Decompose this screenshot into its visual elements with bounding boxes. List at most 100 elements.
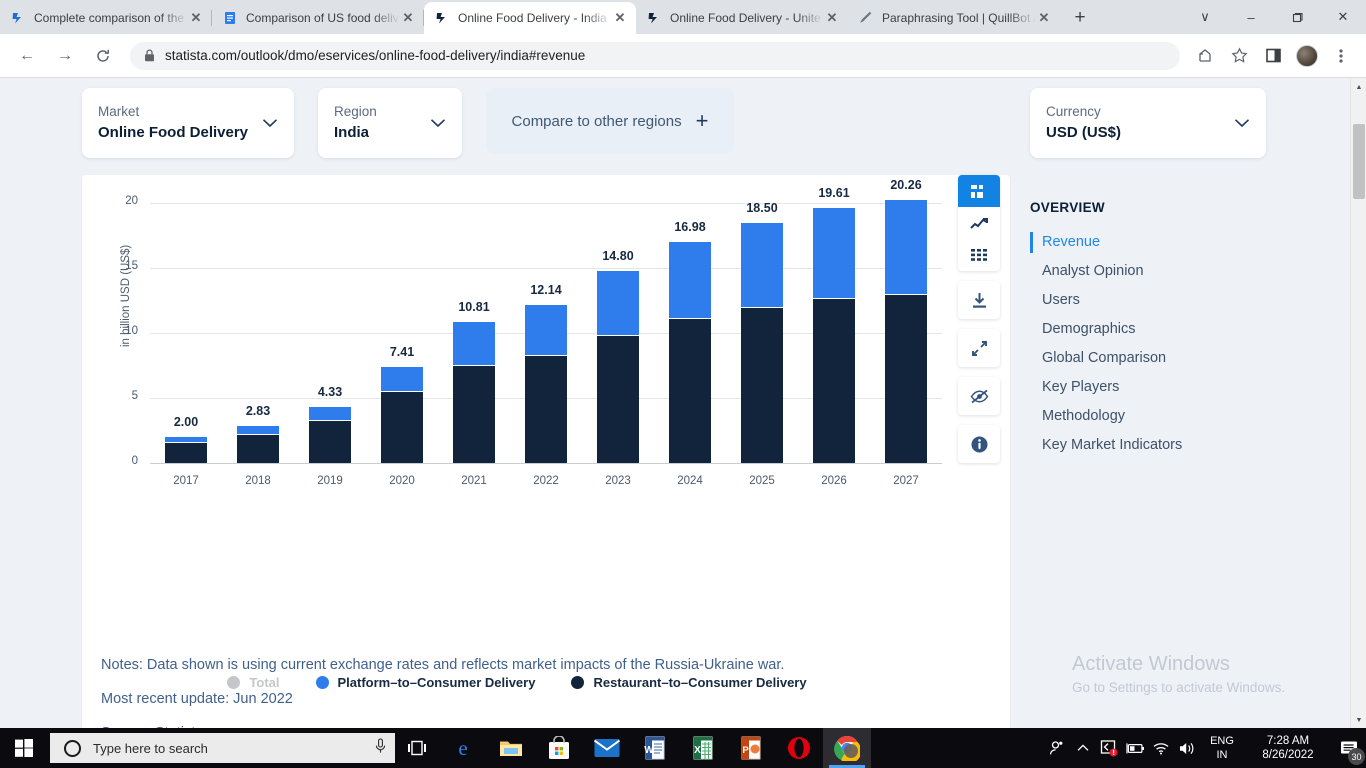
bar-segment-platform-to-consumer[interactable] [381, 366, 423, 392]
search-input[interactable]: Type here to search [93, 741, 374, 756]
microphone-icon[interactable] [374, 737, 387, 759]
sidebar-item-key-market-indicators[interactable]: Key Market Indicators [1030, 431, 1260, 460]
bar-segment-platform-to-consumer[interactable] [453, 322, 495, 366]
bar-stack[interactable] [813, 208, 855, 463]
browser-tab-0[interactable]: Complete comparison of the ✕ [0, 2, 212, 34]
powerpoint-icon[interactable]: P [727, 728, 775, 768]
close-icon[interactable]: ✕ [188, 10, 204, 26]
windows-start-icon[interactable] [0, 728, 48, 768]
bar-segment-restaurant-to-consumer[interactable] [453, 365, 495, 463]
bar-segment-platform-to-consumer[interactable] [885, 199, 927, 295]
sidebar-item-users[interactable]: Users [1030, 286, 1260, 315]
task-view-icon[interactable] [395, 728, 439, 768]
scroll-down-arrow-icon[interactable]: ▼ [1351, 712, 1366, 728]
wifi-icon[interactable] [1148, 728, 1174, 768]
address-bar[interactable]: statista.com/outlook/dmo/eservices/onlin… [130, 41, 1180, 70]
sidebar-item-global-comparison[interactable]: Global Comparison [1030, 344, 1260, 373]
bar-segment-restaurant-to-consumer[interactable] [885, 294, 927, 463]
info-icon[interactable] [958, 425, 1000, 463]
scrollbar-thumb[interactable] [1353, 124, 1365, 199]
bar-segment-platform-to-consumer[interactable] [741, 222, 783, 307]
close-icon[interactable]: ✕ [1036, 10, 1052, 26]
language-indicator[interactable]: ENG IN [1200, 728, 1244, 768]
bar-segment-restaurant-to-consumer[interactable] [669, 318, 711, 463]
mail-icon[interactable] [583, 728, 631, 768]
bar-segment-platform-to-consumer[interactable] [237, 426, 279, 434]
compare-regions-button[interactable]: Compare to other regions + [486, 88, 734, 154]
bar-stack[interactable] [597, 270, 639, 463]
chevron-down-icon[interactable]: ∨ [1182, 0, 1228, 34]
bar-segment-platform-to-consumer[interactable] [525, 305, 567, 355]
browser-tab-3[interactable]: Online Food Delivery - Unite ✕ [636, 2, 848, 34]
region-dropdown[interactable]: Region India [318, 88, 462, 158]
bar-stack[interactable] [741, 222, 783, 463]
microsoft-store-icon[interactable] [535, 728, 583, 768]
bar-segment-restaurant-to-consumer[interactable] [741, 307, 783, 463]
bar-stack[interactable] [669, 242, 711, 463]
bar-stack[interactable] [381, 366, 423, 463]
browser-tab-2[interactable]: Online Food Delivery - India ✕ [424, 2, 636, 34]
bar-segment-platform-to-consumer[interactable] [597, 270, 639, 335]
sidebar-item-key-players[interactable]: Key Players [1030, 373, 1260, 402]
bar-stack[interactable] [165, 437, 207, 463]
opera-icon[interactable] [775, 728, 823, 768]
bar-segment-platform-to-consumer[interactable] [669, 242, 711, 319]
sidebar-item-methodology[interactable]: Methodology [1030, 402, 1260, 431]
bar-stack[interactable] [885, 199, 927, 463]
word-icon[interactable]: W [631, 728, 679, 768]
currency-dropdown[interactable]: Currency USD (US$) [1030, 88, 1266, 158]
sidebar-item-demographics[interactable]: Demographics [1030, 315, 1260, 344]
forward-icon[interactable]: → [50, 41, 80, 71]
bar-chart-icon[interactable] [958, 175, 1000, 207]
chrome-menu-icon[interactable] [1327, 42, 1355, 70]
bar-segment-restaurant-to-consumer[interactable] [597, 334, 639, 463]
download-icon[interactable] [958, 281, 1000, 319]
bar-segment-platform-to-consumer[interactable] [309, 406, 351, 421]
bar-segment-restaurant-to-consumer[interactable] [381, 391, 423, 463]
bar-segment-platform-to-consumer[interactable] [813, 208, 855, 299]
line-chart-icon[interactable] [958, 207, 1000, 239]
close-icon[interactable]: ✕ [400, 10, 416, 26]
edge-icon[interactable]: e [439, 728, 487, 768]
scroll-up-arrow-icon[interactable]: ▲ [1351, 79, 1366, 95]
sidebar-item-analyst-opinion[interactable]: Analyst Opinion [1030, 257, 1260, 286]
taskbar-search-box[interactable]: Type here to search [50, 733, 395, 763]
notification-center-icon[interactable]: 30 [1332, 728, 1366, 768]
chrome-icon[interactable] [823, 728, 871, 768]
sidepanel-icon[interactable] [1259, 42, 1287, 70]
close-icon[interactable]: ✕ [612, 10, 628, 26]
bar-stack[interactable] [453, 322, 495, 463]
market-dropdown[interactable]: Market Online Food Delivery [82, 88, 294, 158]
bar-stack[interactable] [525, 305, 567, 463]
sidebar-item-revenue[interactable]: Revenue [1030, 228, 1260, 257]
browser-tab-4[interactable]: Paraphrasing Tool | QuillBot A ✕ [848, 2, 1060, 34]
clock[interactable]: 7:28 AM 8/26/2022 [1244, 728, 1332, 768]
table-grid-icon[interactable] [958, 239, 1000, 271]
bar-segment-restaurant-to-consumer[interactable] [309, 420, 351, 463]
hide-eye-icon[interactable] [958, 377, 1000, 415]
profile-avatar[interactable] [1293, 42, 1321, 70]
excel-icon[interactable]: X [679, 728, 727, 768]
bar-segment-restaurant-to-consumer[interactable] [165, 442, 207, 463]
maximize-button[interactable] [1274, 0, 1320, 34]
share-icon[interactable] [1191, 42, 1219, 70]
security-alert-icon[interactable] [1096, 728, 1122, 768]
bookmark-star-icon[interactable] [1225, 42, 1253, 70]
people-icon[interactable] [1044, 728, 1070, 768]
browser-tab-1[interactable]: Comparison of US food deliv ✕ [212, 2, 424, 34]
reload-icon[interactable] [88, 41, 118, 71]
expand-icon[interactable] [958, 329, 1000, 367]
bar-segment-restaurant-to-consumer[interactable] [813, 298, 855, 463]
new-tab-button[interactable]: + [1066, 4, 1094, 32]
bar-stack[interactable] [309, 406, 351, 463]
close-icon[interactable]: ✕ [824, 10, 840, 26]
show-hidden-icons-icon[interactable] [1070, 728, 1096, 768]
file-explorer-icon[interactable] [487, 728, 535, 768]
close-window-button[interactable]: ✕ [1320, 0, 1366, 34]
bar-stack[interactable] [237, 426, 279, 463]
page-scrollbar[interactable]: ▲ ▼ [1350, 79, 1366, 728]
bar-segment-restaurant-to-consumer[interactable] [525, 354, 567, 463]
back-icon[interactable]: ← [12, 41, 42, 71]
bar-segment-restaurant-to-consumer[interactable] [237, 433, 279, 463]
volume-icon[interactable] [1174, 728, 1200, 768]
